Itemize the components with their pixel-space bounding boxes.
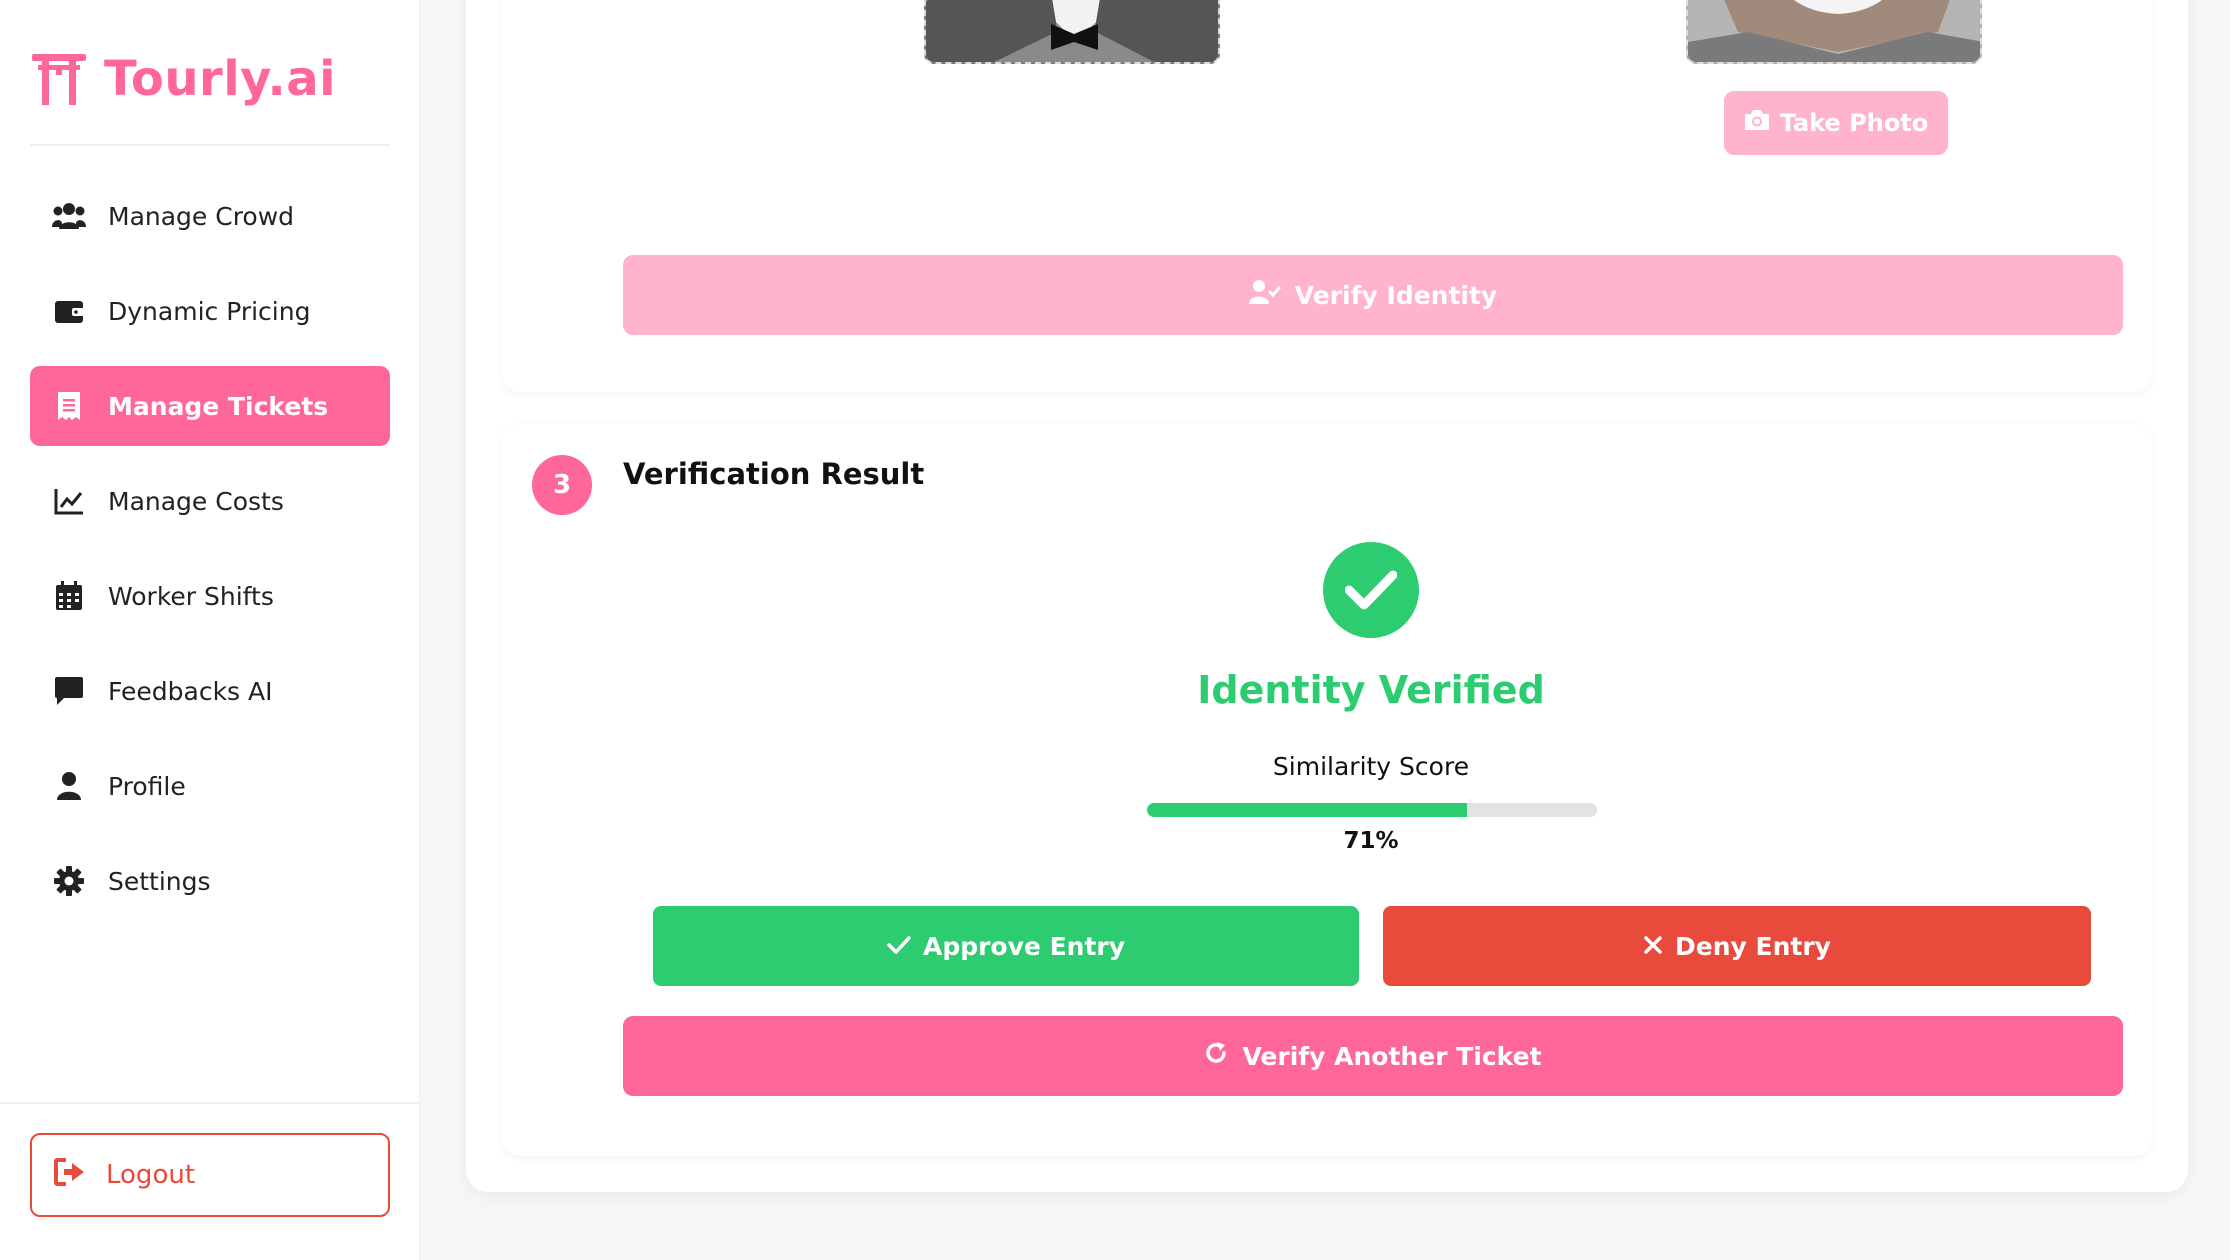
- ticket-photo: [924, 0, 1220, 64]
- user-check-icon: [1248, 279, 1281, 311]
- verify-another-ticket-button[interactable]: Verify Another Ticket: [623, 1016, 2123, 1096]
- sidebar-item-profile[interactable]: Profile: [30, 746, 390, 826]
- sidebar-item-dynamic-pricing[interactable]: Dynamic Pricing: [30, 271, 390, 351]
- logout-icon: [54, 1157, 86, 1193]
- sidebar-item-label: Manage Costs: [108, 486, 284, 516]
- gear-icon: [52, 864, 86, 898]
- similarity-score-value: 71%: [1343, 828, 1399, 854]
- sidebar-item-label: Profile: [108, 771, 186, 801]
- verify-another-ticket-label: Verify Another Ticket: [1242, 1041, 1542, 1071]
- check-icon: [887, 932, 911, 961]
- sidebar-item-label: Feedbacks AI: [108, 676, 273, 706]
- refresh-icon: [1204, 1041, 1228, 1071]
- sidebar-item-settings[interactable]: Settings: [30, 841, 390, 921]
- approve-entry-label: Approve Entry: [922, 931, 1126, 961]
- approve-entry-button[interactable]: Approve Entry: [653, 906, 1359, 986]
- sidebar-item-label: Settings: [108, 866, 211, 896]
- line-chart-icon: [52, 484, 86, 518]
- verify-identity-label: Verify Identity: [1294, 280, 1498, 310]
- logout-button[interactable]: Logout: [30, 1133, 390, 1217]
- similarity-progress-bar: [1147, 803, 1597, 817]
- deny-entry-button[interactable]: Deny Entry: [1383, 906, 2091, 986]
- camera-photo: [1686, 0, 1982, 64]
- result-title: Verification Result: [623, 457, 925, 491]
- calendar-icon: [52, 579, 86, 613]
- close-icon: [1643, 932, 1663, 961]
- similarity-score-label: Similarity Score: [1272, 752, 1470, 781]
- divider: [30, 144, 390, 146]
- sidebar-item-label: Manage Crowd: [108, 201, 295, 231]
- app-root: Tourly.ai Manage Crowd Dynamic Pricing M…: [0, 0, 2230, 1260]
- message-icon: [52, 674, 86, 708]
- step-number-badge: 3: [532, 455, 592, 515]
- brand-logo[interactable]: Tourly.ai: [30, 44, 336, 114]
- receipt-icon: [52, 389, 86, 423]
- user-icon: [52, 769, 86, 803]
- sidebar: Tourly.ai Manage Crowd Dynamic Pricing M…: [0, 0, 420, 1260]
- take-photo-button[interactable]: Take Photo: [1724, 91, 1948, 155]
- sidebar-item-manage-costs[interactable]: Manage Costs: [30, 461, 390, 541]
- sidebar-item-manage-tickets[interactable]: Manage Tickets: [30, 366, 390, 446]
- wallet-icon: [52, 294, 86, 328]
- sidebar-item-label: Manage Tickets: [108, 391, 329, 421]
- similarity-progress-fill: [1147, 803, 1467, 817]
- check-circle-icon: [1323, 542, 1419, 638]
- sidebar-item-manage-crowd[interactable]: Manage Crowd: [30, 176, 390, 256]
- sidebar-item-worker-shifts[interactable]: Worker Shifts: [30, 556, 390, 636]
- sidebar-item-label: Dynamic Pricing: [108, 296, 311, 326]
- sidebar-item-feedbacks-ai[interactable]: Feedbacks AI: [30, 651, 390, 731]
- take-photo-label: Take Photo: [1779, 109, 1929, 137]
- divider: [0, 1102, 420, 1104]
- verify-identity-button[interactable]: Verify Identity: [623, 255, 2123, 335]
- torii-gate-icon: [30, 48, 88, 110]
- users-icon: [52, 199, 86, 233]
- verification-status: Identity Verified: [1197, 668, 1545, 712]
- brand-name: Tourly.ai: [104, 51, 337, 107]
- main-content: Take Photo Verify Identity 3 Verificatio…: [420, 0, 2230, 1260]
- logout-label: Logout: [106, 1160, 196, 1190]
- sidebar-item-label: Worker Shifts: [108, 581, 274, 611]
- deny-entry-label: Deny Entry: [1675, 931, 1831, 961]
- camera-icon: [1744, 109, 1770, 137]
